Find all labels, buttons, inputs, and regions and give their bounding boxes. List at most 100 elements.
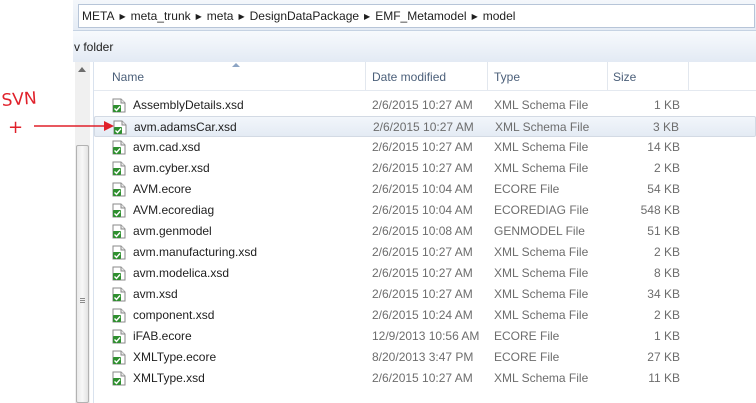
file-type: XML Schema File xyxy=(494,371,589,385)
column-type-header[interactable]: Type xyxy=(494,70,520,84)
file-date: 2/6/2015 10:27 AM xyxy=(372,287,473,301)
genmodel-file-icon xyxy=(112,224,126,239)
file-size: 34 KB xyxy=(647,287,680,301)
ecore-file-icon xyxy=(112,182,126,197)
file-row[interactable]: AssemblyDetails.xsd 2/6/2015 10:27 AM XML … xyxy=(94,95,756,116)
file-name: XMLType.ecore xyxy=(133,350,217,364)
file-size: 2 KB xyxy=(653,161,680,175)
file-name: AVM.ecore xyxy=(133,182,192,196)
file-name: XMLType.xsd xyxy=(133,371,205,385)
column-divider[interactable] xyxy=(607,62,608,90)
file-name: avm.adamsCar.xsd xyxy=(134,120,237,134)
file-size: 27 KB xyxy=(647,350,680,364)
file-name: AVM.ecorediag xyxy=(133,203,215,217)
file-name: avm.xsd xyxy=(133,287,178,301)
file-date: 2/6/2015 10:27 AM xyxy=(372,140,473,154)
xsd-file-icon xyxy=(112,245,126,260)
file-date: 2/6/2015 10:08 AM xyxy=(372,224,473,238)
file-type: XML Schema File xyxy=(494,266,589,280)
file-date: 2/6/2015 10:27 AM xyxy=(372,161,473,175)
column-size-header[interactable]: Size xyxy=(613,70,636,84)
column-date-header[interactable]: Date modified xyxy=(372,70,446,84)
scroll-up-button[interactable] xyxy=(75,62,90,79)
file-size: 2 KB xyxy=(653,308,680,322)
file-type: ECORE File xyxy=(494,182,560,196)
breadcrumb-item[interactable]: DesignDataPackage xyxy=(247,9,362,23)
file-name: avm.modelica.xsd xyxy=(133,266,230,280)
file-type: XML Schema File xyxy=(494,245,589,259)
file-row[interactable]: avm.adamsCar.xsd 2/6/2015 10:27 AM XML Sch… xyxy=(94,116,756,137)
xsd-file-icon xyxy=(112,371,126,386)
file-name: iFAB.ecore xyxy=(133,329,192,343)
file-name: avm.cyber.xsd xyxy=(133,161,210,175)
file-date: 2/6/2015 10:27 AM xyxy=(373,120,474,134)
file-size: 14 KB xyxy=(647,140,680,154)
left-margin xyxy=(0,0,73,403)
annotation-text: SVN xyxy=(1,89,37,111)
file-size: 51 KB xyxy=(647,224,680,238)
breadcrumb-item[interactable]: meta xyxy=(204,9,237,23)
file-size: 548 KB xyxy=(640,203,680,217)
file-size: 1 KB xyxy=(653,98,680,112)
file-row[interactable]: AVM.ecore 2/6/2015 10:04 AM ECORE File 54 K… xyxy=(94,179,756,200)
new-folder-button[interactable]: v folder xyxy=(74,40,113,54)
file-row[interactable]: avm.cyber.xsd 2/6/2015 10:27 AM XML Schema… xyxy=(94,158,756,179)
file-row[interactable]: XMLType.xsd 2/6/2015 10:27 AM XML Schema F… xyxy=(94,368,756,389)
file-size: 8 KB xyxy=(653,266,680,280)
file-date: 8/20/2013 3:47 PM xyxy=(372,350,474,364)
breadcrumb-arrow-icon[interactable]: ▶ xyxy=(194,12,204,21)
file-row[interactable]: AVM.ecorediag 2/6/2015 10:04 AM ECOREDIAG … xyxy=(94,200,756,221)
breadcrumb-arrow-icon[interactable]: ▶ xyxy=(362,12,372,21)
breadcrumb-item[interactable]: meta_trunk xyxy=(128,9,194,23)
file-date: 2/6/2015 10:27 AM xyxy=(372,266,473,280)
file-name: AssemblyDetails.xsd xyxy=(133,98,244,112)
column-divider[interactable] xyxy=(688,62,689,90)
file-date: 2/6/2015 10:04 AM xyxy=(372,182,473,196)
column-divider[interactable] xyxy=(365,62,366,90)
grip-icon xyxy=(80,298,85,299)
file-size: 2 KB xyxy=(653,245,680,259)
breadcrumb-item[interactable]: model xyxy=(480,9,519,23)
file-row[interactable]: XMLType.ecore 8/20/2013 3:47 PM ECORE File… xyxy=(94,347,756,368)
column-divider[interactable] xyxy=(487,62,488,90)
file-type: XML Schema File xyxy=(495,120,590,134)
scrollbar-thumb[interactable] xyxy=(76,145,89,403)
breadcrumb[interactable]: META ▶ meta_trunk ▶ meta ▶ DesignDataPac… xyxy=(78,4,755,28)
file-row[interactable]: iFAB.ecore 12/9/2013 10:56 AM ECORE File 1 … xyxy=(94,326,756,347)
column-name-header[interactable]: Name xyxy=(112,70,144,84)
file-size: 54 KB xyxy=(647,182,680,196)
ecore-file-icon xyxy=(112,350,126,365)
xsd-file-icon xyxy=(112,161,126,176)
file-row[interactable]: avm.manufacturing.xsd 2/6/2015 10:27 AM XM… xyxy=(94,242,756,263)
breadcrumb-item[interactable]: META xyxy=(79,9,117,23)
file-date: 2/6/2015 10:27 AM xyxy=(372,245,473,259)
file-row[interactable]: avm.xsd 2/6/2015 10:27 AM XML Schema File 3… xyxy=(94,284,756,305)
file-date: 2/6/2015 10:04 AM xyxy=(372,203,473,217)
file-type: XML Schema File xyxy=(494,287,589,301)
file-type: XML Schema File xyxy=(494,161,589,175)
file-type: GENMODEL File xyxy=(494,224,585,238)
file-name: component.xsd xyxy=(133,308,215,322)
file-row[interactable]: component.xsd 2/6/2015 10:24 AM XML Schema… xyxy=(94,305,756,326)
breadcrumb-item[interactable]: EMF_Metamodel xyxy=(372,9,469,23)
breadcrumb-arrow-icon[interactable]: ▶ xyxy=(236,12,246,21)
file-size: 3 KB xyxy=(652,120,679,134)
file-name: avm.genmodel xyxy=(133,224,212,238)
file-name: avm.cad.xsd xyxy=(133,140,201,154)
breadcrumb-arrow-icon[interactable]: ▶ xyxy=(117,12,127,21)
ecore-file-icon xyxy=(112,329,126,344)
breadcrumb-arrow-icon[interactable]: ▶ xyxy=(470,12,480,21)
file-row[interactable]: avm.modelica.xsd 2/6/2015 10:27 AM XML Sch… xyxy=(94,263,756,284)
xsd-file-icon xyxy=(112,287,126,302)
column-header: Name Date modified Type Size xyxy=(94,62,756,91)
annotation-arrow-head-icon xyxy=(104,121,114,131)
file-type: ECOREDIAG File xyxy=(494,203,589,217)
file-row[interactable]: avm.cad.xsd 2/6/2015 10:27 AM XML Schema F… xyxy=(94,137,756,158)
file-size: 11 KB xyxy=(648,371,680,385)
file-type: XML Schema File xyxy=(494,140,589,154)
file-date: 12/9/2013 10:56 AM xyxy=(372,329,480,343)
file-date: 2/6/2015 10:24 AM xyxy=(372,308,473,322)
ecorediag-file-icon xyxy=(112,203,126,218)
file-type: ECORE File xyxy=(494,329,560,343)
file-row[interactable]: avm.genmodel 2/6/2015 10:08 AM GENMODEL Fi… xyxy=(94,221,756,242)
